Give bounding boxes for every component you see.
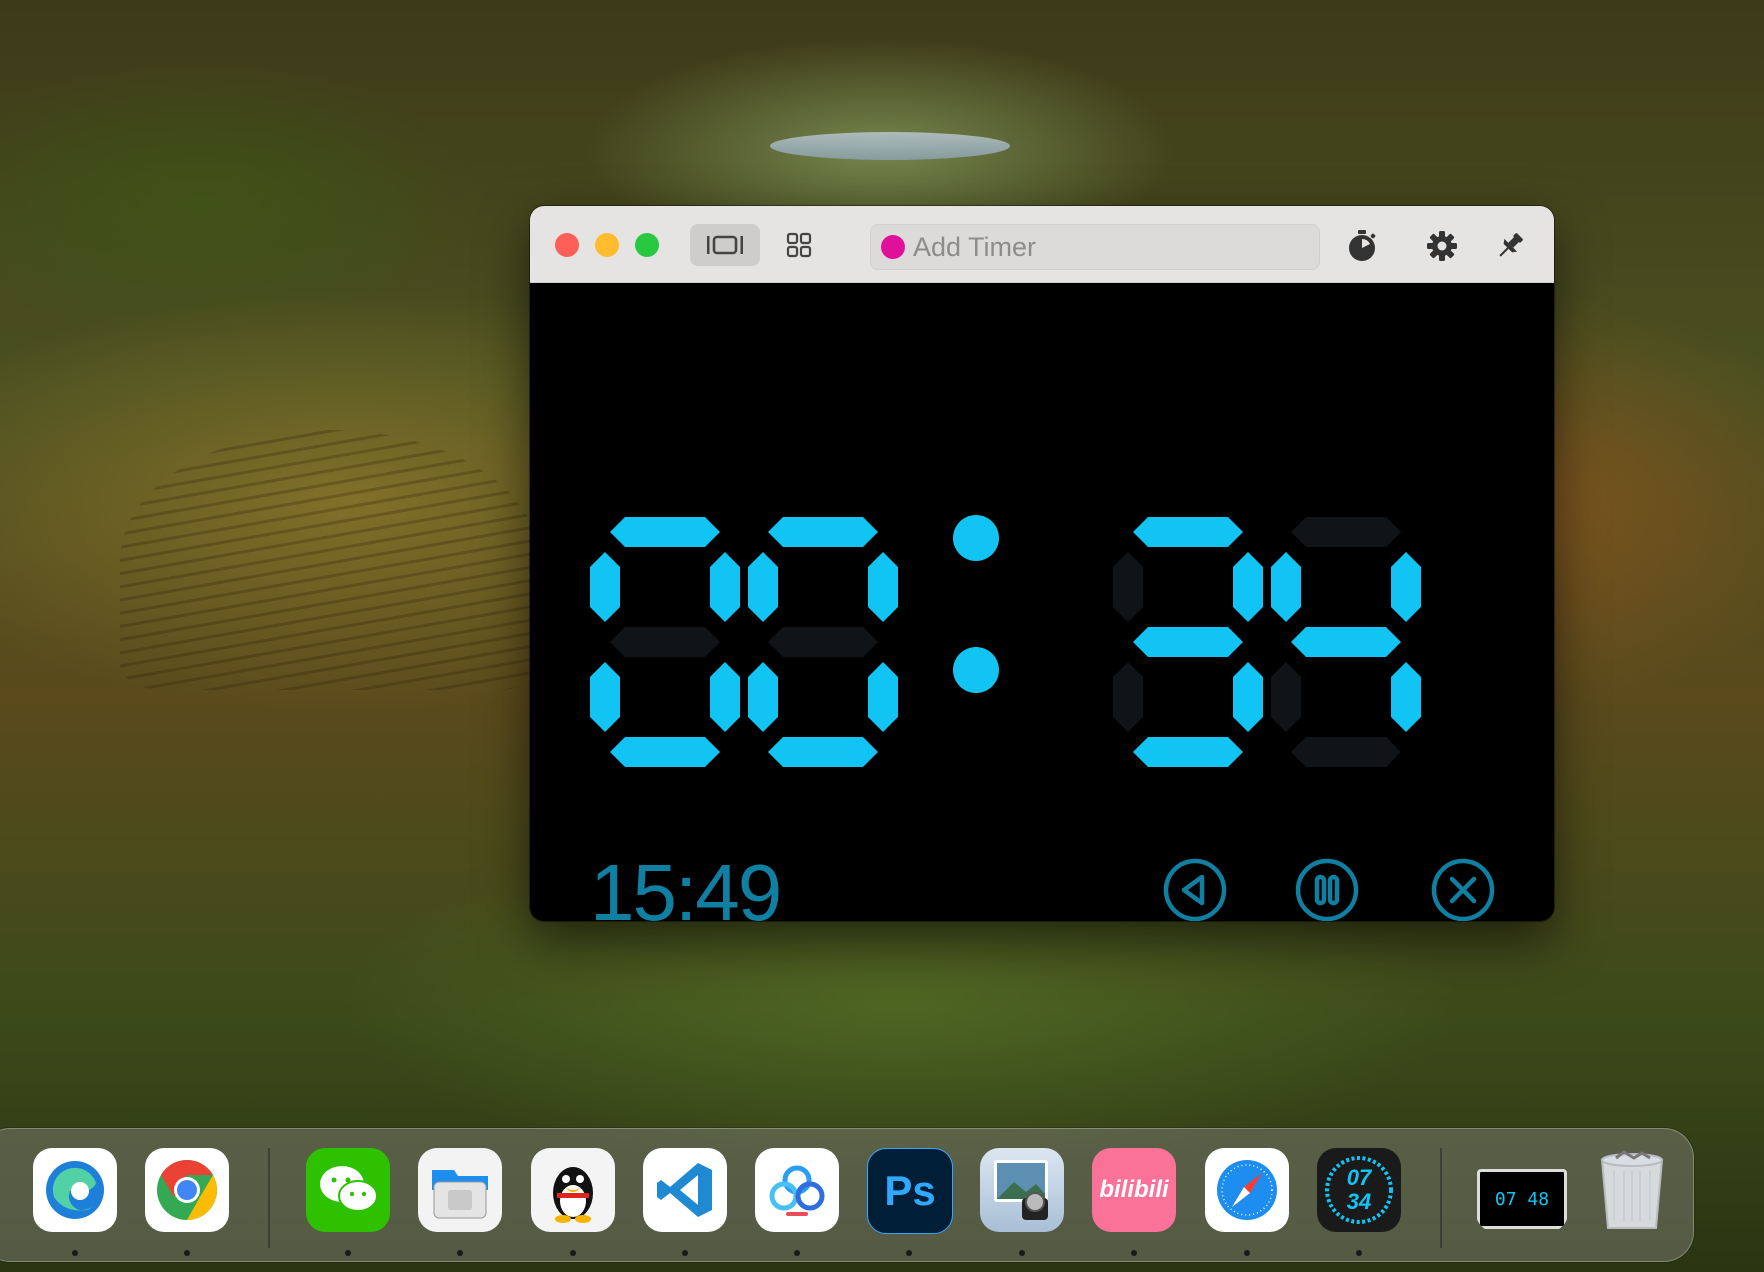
- folder-drive-icon: [432, 1170, 488, 1219]
- close-window-button[interactable]: [555, 233, 579, 257]
- digit-1-segment-c: [710, 662, 740, 732]
- running-indicator: [1356, 1250, 1362, 1256]
- dock-separator: [1440, 1148, 1442, 1248]
- colon-dot-top: [953, 515, 999, 561]
- digit-3-segment-f: [1113, 552, 1143, 622]
- trash-icon: [1600, 1150, 1664, 1229]
- digit-4-segment-c: [1391, 662, 1421, 732]
- dock-timer-app[interactable]: 07 34: [1317, 1148, 1401, 1232]
- timer-app-digits: 07 34: [1346, 1165, 1372, 1214]
- dock-edge[interactable]: [33, 1148, 117, 1232]
- edge-icon: [46, 1161, 104, 1219]
- single-view-icon: [707, 235, 743, 255]
- digit-2-segment-d: [768, 737, 878, 767]
- colon-dot-bottom: [953, 647, 999, 693]
- digit-2-segment-a: [768, 517, 878, 547]
- digit-1-segment-g: [610, 627, 720, 657]
- title-bar[interactable]: Add Timer: [530, 206, 1554, 283]
- digit-4-segment-e: [1271, 662, 1301, 732]
- dock-baidu-netdisk[interactable]: [755, 1148, 839, 1232]
- wallpaper-pond: [770, 132, 1010, 160]
- running-indicator: [906, 1250, 912, 1256]
- wall-clock-time: 15:49: [590, 848, 782, 921]
- dock-trash[interactable]: [1590, 1148, 1674, 1232]
- timer-color-dot[interactable]: [881, 235, 905, 259]
- dock-separator: [268, 1148, 270, 1248]
- digit-2-segment-g: [768, 627, 878, 657]
- dock-bilibili[interactable]: bilibili: [1092, 1148, 1176, 1232]
- running-indicator: [570, 1250, 576, 1256]
- minimize-window-button[interactable]: [595, 233, 619, 257]
- stop-button[interactable]: [1430, 857, 1496, 921]
- countdown-digits: [590, 517, 1421, 767]
- dock-vscode[interactable]: [643, 1148, 727, 1232]
- digit-1-segment-f: [590, 552, 620, 622]
- chrome-icon: [157, 1160, 218, 1220]
- add-timer-field[interactable]: Add Timer: [870, 224, 1320, 270]
- digit-4-segment-f: [1271, 552, 1301, 622]
- dock-safari[interactable]: [1205, 1148, 1289, 1232]
- running-indicator: [794, 1250, 800, 1256]
- pause-button[interactable]: [1294, 857, 1360, 921]
- running-indicator: [682, 1250, 688, 1256]
- running-indicator: [1244, 1250, 1250, 1256]
- wallpaper-vineyard: [120, 430, 540, 690]
- settings-button[interactable]: [1422, 226, 1462, 266]
- timer-window: Add Timer 15:49: [530, 206, 1554, 921]
- qq-penguin-icon: [553, 1167, 593, 1223]
- digit-2-segment-c: [868, 662, 898, 732]
- cloud-rings-icon: [769, 1165, 825, 1216]
- photoshop-label: Ps: [884, 1167, 936, 1214]
- stopwatch-button[interactable]: [1342, 226, 1382, 266]
- dock-timer-window-thumbnail[interactable]: 07 48: [1476, 1148, 1568, 1232]
- digit-1-segment-b: [710, 552, 740, 622]
- digit-2-segment-f: [748, 552, 778, 622]
- grid-view-button[interactable]: [764, 224, 834, 266]
- bilibili-label: bilibili: [1099, 1176, 1169, 1203]
- dock-preview[interactable]: [980, 1148, 1064, 1232]
- digit-1-segment-a: [610, 517, 720, 547]
- digit-4-segment-a: [1291, 517, 1401, 547]
- running-indicator: [1019, 1250, 1025, 1256]
- digit-2-segment-b: [868, 552, 898, 622]
- digit-3-segment-g: [1133, 627, 1243, 657]
- digit-3-segment-b: [1233, 552, 1263, 622]
- timer-window-preview: 07 48: [1477, 1169, 1567, 1229]
- single-view-button[interactable]: [690, 224, 760, 266]
- dock-file-manager[interactable]: [418, 1148, 502, 1232]
- digit-4-segment-b: [1391, 552, 1421, 622]
- wechat-icon: [320, 1166, 378, 1212]
- compass-icon: [1217, 1160, 1277, 1220]
- pin-button[interactable]: [1490, 226, 1530, 266]
- pin-icon: [1499, 233, 1523, 257]
- digit-3-segment-c: [1233, 662, 1263, 732]
- running-indicator: [1131, 1250, 1137, 1256]
- gear-icon: [1427, 231, 1457, 261]
- running-indicator: [184, 1250, 190, 1256]
- vscode-icon: [657, 1163, 712, 1217]
- digit-3-segment-e: [1113, 662, 1143, 732]
- dock-photoshop[interactable]: Ps: [867, 1148, 953, 1234]
- rewind-button[interactable]: [1162, 857, 1228, 921]
- stopwatch-icon: [1349, 230, 1376, 261]
- grid-view-icon: [786, 232, 812, 258]
- digit-1-segment-e: [590, 662, 620, 732]
- preview-icon: [994, 1160, 1048, 1220]
- running-indicator: [457, 1250, 463, 1256]
- dock-qq[interactable]: [531, 1148, 615, 1232]
- digit-4-segment-d: [1291, 737, 1401, 767]
- dock-wechat[interactable]: [306, 1148, 390, 1232]
- digit-2-segment-e: [748, 662, 778, 732]
- digit-1-segment-d: [610, 737, 720, 767]
- maximize-window-button[interactable]: [635, 233, 659, 257]
- digit-3-segment-d: [1133, 737, 1243, 767]
- running-indicator: [72, 1250, 78, 1256]
- digit-4-segment-g: [1291, 627, 1401, 657]
- timer-display: 15:49: [530, 282, 1554, 921]
- dock-chrome[interactable]: [145, 1148, 229, 1232]
- running-indicator: [345, 1250, 351, 1256]
- add-timer-placeholder: Add Timer: [913, 231, 1037, 262]
- digit-3-segment-a: [1133, 517, 1243, 547]
